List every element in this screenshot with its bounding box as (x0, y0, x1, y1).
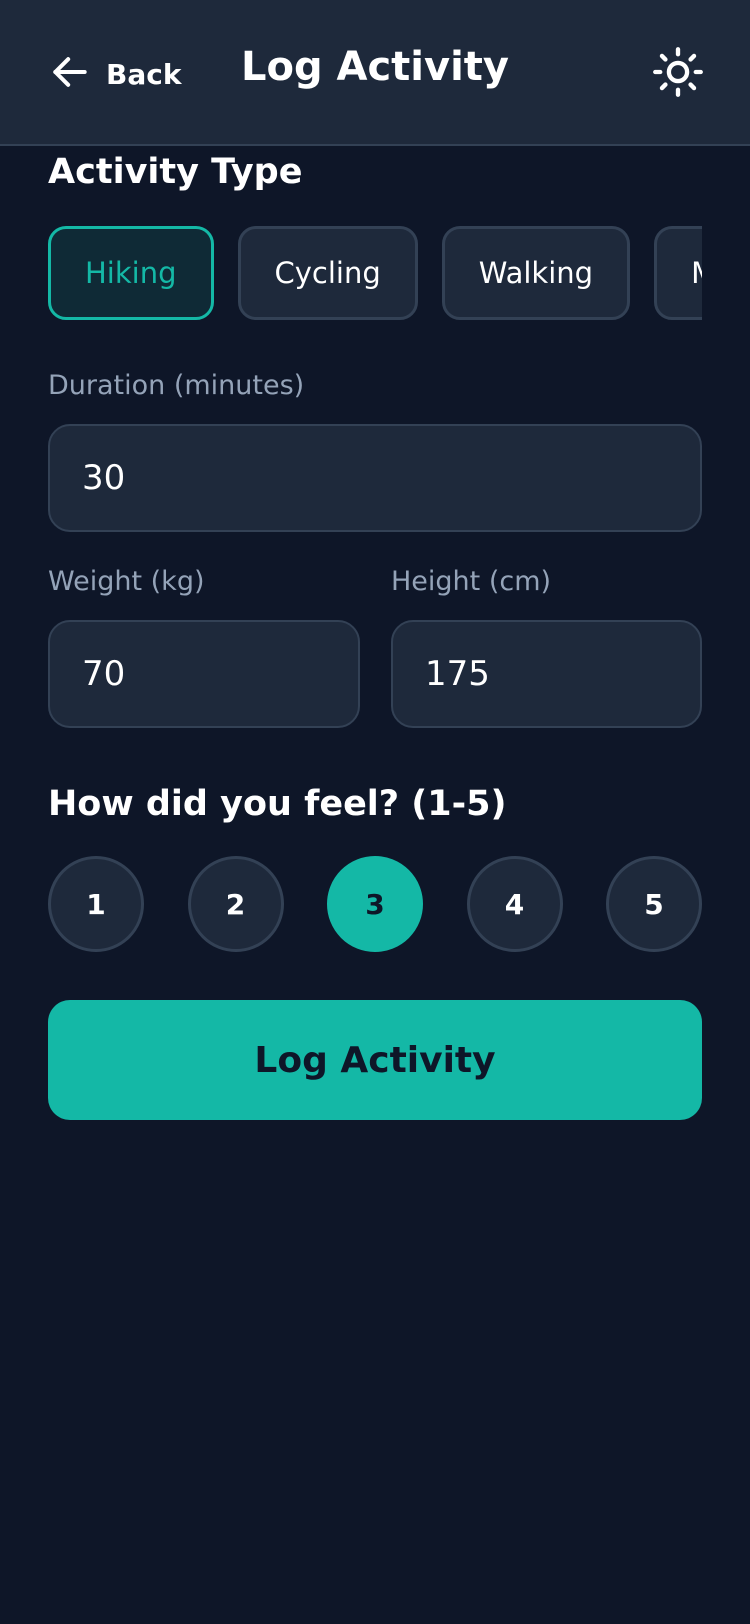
rating-selector: 12345 (48, 856, 702, 952)
weight-label: Weight (kg) (48, 566, 205, 597)
log-activity-button[interactable]: Log Activity (48, 1000, 702, 1120)
back-label: Back (106, 57, 182, 91)
activity-chip-cycling[interactable]: Cycling (237, 226, 418, 320)
duration-input[interactable] (48, 424, 702, 532)
duration-label: Duration (minutes) (48, 370, 305, 401)
activity-type-scroller[interactable]: HikingCyclingWalking Marathon (48, 226, 702, 320)
back-button[interactable]: Back (48, 46, 181, 102)
theme-toggle-button[interactable] (652, 46, 704, 98)
rating-button-3[interactable]: 3 (327, 856, 423, 952)
weight-input[interactable] (48, 620, 360, 728)
app-header: Back Log Activity (0, 0, 750, 146)
activity-chip-hiking[interactable]: Hiking (48, 226, 214, 320)
arrow-left-icon (48, 50, 92, 98)
rating-button-1[interactable]: 1 (48, 856, 144, 952)
rating-button-5[interactable]: 5 (606, 856, 702, 952)
height-input[interactable] (391, 620, 702, 728)
rating-button-2[interactable]: 2 (187, 856, 284, 952)
activity-type-title: Activity Type (48, 152, 303, 192)
activity-chip-walking[interactable]: Walking (441, 226, 631, 320)
height-label: Height (cm) (391, 566, 552, 597)
rating-button-4[interactable]: 4 (466, 856, 563, 952)
rating-title: How did you feel? (1-5) (48, 784, 507, 824)
activity-chip-marathon[interactable]: Marathon (654, 226, 702, 320)
activity-type-list: HikingCyclingWalking Marathon (48, 226, 702, 320)
sun-icon (652, 47, 704, 102)
